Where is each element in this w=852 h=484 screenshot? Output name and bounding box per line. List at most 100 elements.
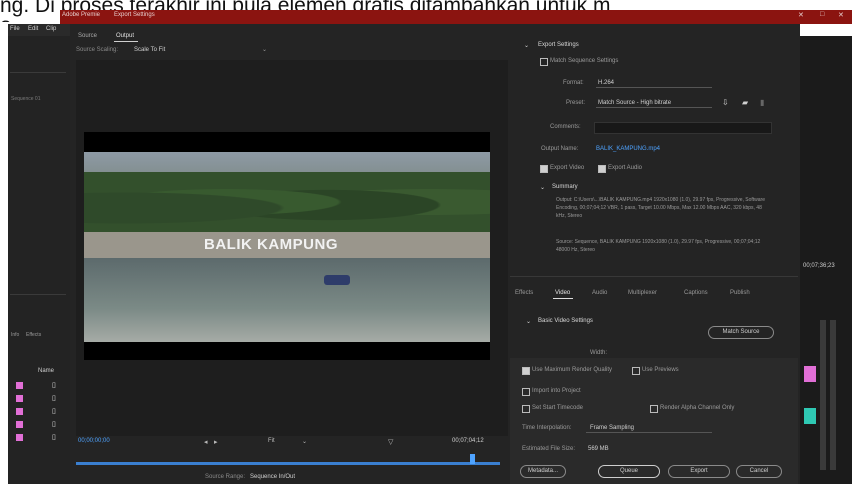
clip-icon[interactable]: ▯ <box>52 434 57 441</box>
mark-out-icon[interactable]: ▸ <box>214 438 218 446</box>
audio-meter <box>830 320 836 470</box>
tab-info[interactable]: Info <box>11 332 19 338</box>
file-size-value: 569 MB <box>588 446 609 452</box>
format-label: Format: <box>563 80 584 86</box>
menu-file[interactable]: File <box>10 26 20 32</box>
tab-captions[interactable]: Captions <box>684 290 708 296</box>
clip-icon[interactable]: ▯ <box>52 382 57 389</box>
preset-label: Preset: <box>566 100 586 106</box>
export-audio-checkbox[interactable] <box>598 165 606 173</box>
tab-audio[interactable]: Audio <box>592 290 607 296</box>
menu-clip[interactable]: Clip <box>46 26 56 32</box>
clip-icon[interactable]: ▯ <box>52 395 57 402</box>
panel-label: Sequence 01 <box>11 96 41 102</box>
clip-color-block <box>804 366 816 382</box>
tab-source[interactable]: Source <box>78 33 97 39</box>
active-tab-underline <box>114 41 138 42</box>
chevron-down-icon[interactable]: ⌄ <box>524 42 529 49</box>
max-render-quality-checkbox[interactable] <box>522 367 530 375</box>
render-alpha-label: Render Alpha Channel Only <box>660 405 735 411</box>
timeline-scrub-bar[interactable] <box>76 462 500 465</box>
preset-value: Match Source - High bitrate <box>598 100 672 106</box>
comments-input[interactable] <box>594 122 772 134</box>
sea <box>84 258 490 342</box>
divider <box>510 276 798 277</box>
app-title: Adobe Premie <box>62 12 101 18</box>
audio-meter <box>820 320 826 470</box>
summary-source: Source: Sequence, BALIK KAMPUNG 1920x108… <box>556 239 761 253</box>
menu-edit[interactable]: Edit <box>28 26 38 32</box>
tab-effects[interactable]: Effects <box>26 332 41 338</box>
clip-icon[interactable]: ▯ <box>52 421 57 428</box>
match-sequence-checkbox[interactable] <box>540 58 548 66</box>
time-interpolation-value: Frame Sampling <box>590 425 635 431</box>
basic-video-header: Basic Video Settings <box>538 318 593 324</box>
metadata-button[interactable]: Metadata... <box>520 465 566 478</box>
active-tab-underline <box>553 298 573 299</box>
title-bar: Adobe Premie Export Settings ✕ □ ✕ <box>60 10 852 24</box>
tab-publish[interactable]: Publish <box>730 290 750 296</box>
caption-line-2: a <box>0 15 12 22</box>
project-panel: Sequence 01 Info Effects Name ▯ ▯ ▯ ▯ ▯ <box>8 36 70 484</box>
bin-color-label <box>16 434 23 441</box>
summary-output: Output: C:\Users\...\BALIK KAMPUNG.mp4 1… <box>556 197 765 219</box>
bin-color-label <box>16 408 23 415</box>
source-range: Source Range: Sequence In/Out <box>205 474 295 480</box>
name-column-header: Name <box>38 368 55 374</box>
export-audio-label: Export Audio <box>608 165 643 171</box>
output-name-link[interactable]: BALIK_KAMPUNG.mp4 <box>596 146 660 152</box>
queue-button[interactable]: Queue <box>598 465 660 478</box>
summary-header: Summary <box>552 184 578 190</box>
use-previews-label: Use Previews <box>642 367 679 373</box>
fit-dropdown[interactable]: Fit <box>268 438 275 444</box>
export-video-label: Export Video <box>550 165 585 171</box>
export-settings-header: Export Settings <box>538 42 579 48</box>
match-source-button[interactable]: Match Source <box>708 326 774 339</box>
format-value: H.264 <box>598 80 615 86</box>
output-name-label: Output Name: <box>541 146 579 152</box>
save-preset-icon[interactable]: ⇩ <box>722 98 729 107</box>
import-preset-icon[interactable]: ▰ <box>742 98 748 107</box>
chevron-down-icon[interactable]: ⌄ <box>262 46 267 53</box>
clip-color-block <box>804 408 816 424</box>
video-title-text: BALIK KAMPUNG <box>204 236 338 253</box>
use-previews-checkbox[interactable] <box>632 367 640 375</box>
close-icon[interactable]: ✕ <box>798 11 804 19</box>
tab-video[interactable]: Video <box>555 290 570 296</box>
video-preview: BALIK KAMPUNG <box>84 132 490 360</box>
tab-multiplexer[interactable]: Multiplexer <box>628 290 657 296</box>
chevron-down-icon[interactable]: ⌄ <box>540 184 545 191</box>
maximize-icon[interactable]: □ <box>820 11 824 18</box>
match-sequence-label: Match Sequence Settings <box>550 58 619 64</box>
set-start-timecode-label: Set Start Timecode <box>532 405 584 411</box>
chevron-down-icon[interactable]: ⌄ <box>302 438 307 445</box>
top-right-blank <box>800 24 852 36</box>
max-render-quality-label: Use Maximum Render Quality <box>532 367 613 373</box>
bin-color-label <box>16 382 23 389</box>
playhead[interactable] <box>470 454 475 464</box>
export-button[interactable]: Export <box>668 465 730 478</box>
import-into-project-checkbox[interactable] <box>522 388 530 396</box>
source-range-dropdown[interactable]: Sequence In/Out <box>250 474 295 480</box>
tab-effects[interactable]: Effects <box>515 290 533 296</box>
render-alpha-checkbox[interactable] <box>650 405 658 413</box>
timecode-out[interactable]: 00;07;04;12 <box>452 438 484 444</box>
source-scaling-dropdown[interactable]: Scale To Fit <box>134 47 165 53</box>
window-close-icon[interactable]: ✕ <box>838 11 844 19</box>
time-interpolation-label: Time Interpolation: <box>522 425 572 431</box>
mark-in-icon[interactable]: ◂ <box>204 438 208 446</box>
export-video-checkbox[interactable] <box>540 165 548 173</box>
delete-preset-icon[interactable]: ▮ <box>760 98 764 107</box>
source-range-label: Source Range: <box>205 474 246 480</box>
tab-output[interactable]: Output <box>116 33 134 39</box>
menu-bar: File Edit Clip <box>8 24 70 36</box>
cancel-button[interactable]: Cancel <box>736 465 782 478</box>
filter-icon[interactable]: ▽ <box>388 438 393 446</box>
clip-icon[interactable]: ▯ <box>52 408 57 415</box>
width-label: Width: <box>590 350 608 356</box>
boat <box>324 275 350 285</box>
set-start-timecode-checkbox[interactable] <box>522 405 530 413</box>
file-size-label: Estimated File Size: <box>522 446 576 452</box>
chevron-down-icon[interactable]: ⌄ <box>526 318 531 325</box>
timecode-in[interactable]: 00;00;00;00 <box>78 438 110 444</box>
